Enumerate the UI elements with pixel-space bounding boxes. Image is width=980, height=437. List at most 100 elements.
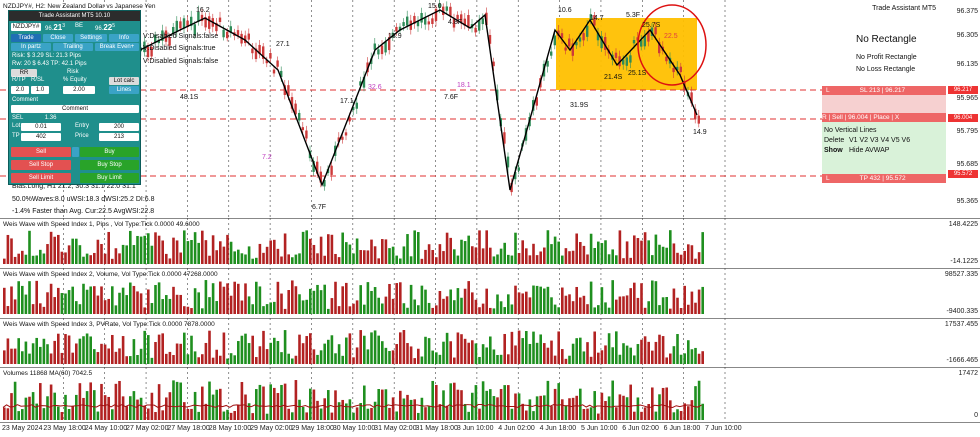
price-tick-label: 96.135: [956, 61, 978, 68]
sl-line-bar[interactable]: L SL 213 | 96.217: [822, 86, 946, 95]
in-partz-button[interactable]: In partz: [11, 43, 51, 51]
no-profit-rect[interactable]: No Profit Rectangle: [856, 54, 917, 61]
indicator-bar: [330, 298, 334, 314]
lot-input[interactable]: 0.01: [21, 123, 61, 131]
tab-info[interactable]: Info: [109, 34, 139, 42]
indicator-bar: [507, 354, 510, 364]
weis-wave-volume-pane[interactable]: Weis Wave with Speed Index 2, Volume, Vo…: [0, 268, 980, 318]
rr-button[interactable]: RR: [11, 69, 37, 77]
signal-line-2: V:Disabled Signals:true: [143, 45, 216, 52]
rsl-input[interactable]: 1.0: [31, 86, 49, 94]
equity-input[interactable]: 2.00: [63, 86, 95, 94]
ind2-bottom: -9400.335: [946, 308, 978, 315]
tp-input[interactable]: 402: [21, 133, 61, 141]
indicator-bar: [424, 289, 427, 314]
indicator-bar: [78, 383, 82, 420]
indicator-bar: [604, 302, 607, 314]
indicator-bar: [323, 398, 326, 420]
tab-settings[interactable]: Settings: [75, 34, 107, 42]
buy-button[interactable]: Buy: [80, 147, 139, 157]
tab-close[interactable]: Close: [43, 34, 73, 42]
indicator-bar: [647, 301, 650, 314]
indicator-bar: [615, 299, 618, 314]
ind4-top: 17472: [958, 370, 978, 377]
lot-calc-button[interactable]: Lot calc: [109, 77, 139, 85]
indicator-bar: [640, 283, 643, 314]
symbol-field[interactable]: NZDJPY#: [11, 23, 41, 31]
rtp-input[interactable]: 2.0: [11, 86, 29, 94]
indicator-bar: [255, 281, 258, 314]
indicator-bar: [622, 395, 625, 420]
delete-label[interactable]: Delete: [824, 137, 844, 144]
vertical-line-list[interactable]: V1 V2 V3 V4 V5 V6: [849, 137, 910, 144]
panel-title[interactable]: Trade Assistant MT5 10.10: [9, 11, 140, 21]
indicator-bar: [85, 289, 89, 314]
indicator-bar: [57, 287, 60, 314]
indicator-bar: [82, 256, 85, 264]
indicator-bar: [204, 403, 208, 420]
indicator-bar: [222, 246, 226, 264]
indicator-bar: [507, 294, 510, 314]
entry-input[interactable]: 200: [99, 123, 139, 131]
comment-input[interactable]: Comment: [11, 105, 139, 113]
indicator-bar: [114, 383, 118, 420]
buy-stop-button[interactable]: Buy Stop: [80, 160, 139, 170]
hide-avwap-button[interactable]: Hide AVWAP: [849, 147, 889, 154]
price-input[interactable]: 213: [99, 133, 139, 141]
indicator-bar: [683, 285, 686, 314]
lines-button[interactable]: Lines: [109, 86, 139, 94]
indicator-bar: [100, 286, 103, 314]
show-label[interactable]: Show: [824, 147, 843, 154]
candle-body: [175, 20, 178, 32]
lot-swap-button[interactable]: [72, 147, 79, 157]
indicator-bar: [172, 237, 175, 264]
buy-limit-button[interactable]: Buy Limit: [80, 173, 139, 183]
indicator-bar: [514, 345, 517, 364]
indicator-bar: [366, 282, 370, 314]
break-even-button[interactable]: Break Even+: [95, 43, 139, 51]
indicator-bar: [507, 385, 510, 420]
candle-body: [305, 130, 308, 139]
sell-button[interactable]: Sell: [11, 147, 71, 157]
tab-trade[interactable]: Trade: [11, 34, 41, 42]
indicator-bar: [669, 353, 672, 364]
indicator-bar: [57, 406, 60, 420]
indicator-bar: [514, 232, 517, 264]
time-tick-label: 6 Jun 02:00: [622, 425, 659, 432]
price-tag-tp: 95.572: [948, 170, 978, 178]
tp-line-bar[interactable]: L TP 432 | 95.572: [822, 174, 946, 183]
indicator-bar: [463, 338, 467, 364]
indicator-bar: [453, 357, 456, 364]
volumes-pane[interactable]: Volumes 11868 MA(60) 7042.5 17472 0: [0, 367, 980, 422]
candle-body: [276, 60, 279, 67]
indicator-bar: [233, 281, 236, 314]
risk-label: Risk: [67, 69, 79, 75]
sell-limit-button[interactable]: Sell Limit: [11, 173, 71, 183]
sell-stop-button[interactable]: Sell Stop: [11, 160, 71, 170]
indicator-bar: [359, 250, 362, 264]
indicator-bar: [654, 411, 658, 420]
indicator-bar: [150, 392, 154, 420]
indicator-bar: [244, 394, 247, 420]
indicator-bar: [395, 344, 398, 364]
risk-info: Risk: $ 3.29 SL: 21.3 Pips: [12, 53, 82, 59]
entry-line-bar[interactable]: R | Sell | 96.004 | Place | X: [822, 113, 946, 122]
trailing-button[interactable]: Trailing: [53, 43, 93, 51]
indicator-bar: [345, 403, 348, 420]
indicator-bar: [438, 291, 442, 314]
indicator-bar: [237, 405, 240, 420]
indicator-bar: [89, 336, 92, 364]
indicator-bar: [215, 301, 218, 314]
weis-wave-pvrate-pane[interactable]: Weis Wave with Speed Index 3, PVRate, Vo…: [0, 318, 980, 367]
indicator-bar: [35, 255, 38, 264]
indicator-bar: [21, 409, 24, 420]
no-loss-rect[interactable]: No Loss Rectangle: [856, 66, 915, 73]
trade-assistant-panel[interactable]: Trade Assistant MT5 10.10 NZDJPY# 96.213…: [8, 10, 141, 185]
indicator-bar: [409, 346, 413, 364]
indicator-bar: [600, 287, 604, 314]
weis-wave-pips-pane[interactable]: Weis Wave with Speed Index 1, Pips , Vol…: [0, 218, 980, 268]
indicator-bar: [402, 398, 406, 420]
indicator-bar: [240, 335, 244, 364]
indicator-bar: [571, 397, 575, 420]
indicator-bar: [93, 286, 96, 314]
